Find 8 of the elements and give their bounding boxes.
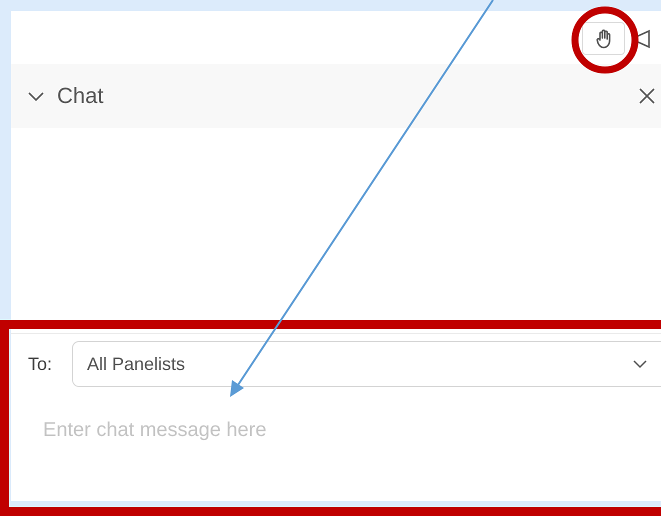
raise-hand-button[interactable] [582,22,625,55]
recipient-dropdown[interactable]: All Panelists [72,341,661,387]
hand-icon [596,28,612,48]
highlight-circle [572,6,638,74]
recipient-label: To: [28,354,54,374]
close-icon[interactable] [638,87,656,105]
panel-title: Chat [57,83,104,109]
message-field[interactable]: Enter chat message here [43,413,443,447]
